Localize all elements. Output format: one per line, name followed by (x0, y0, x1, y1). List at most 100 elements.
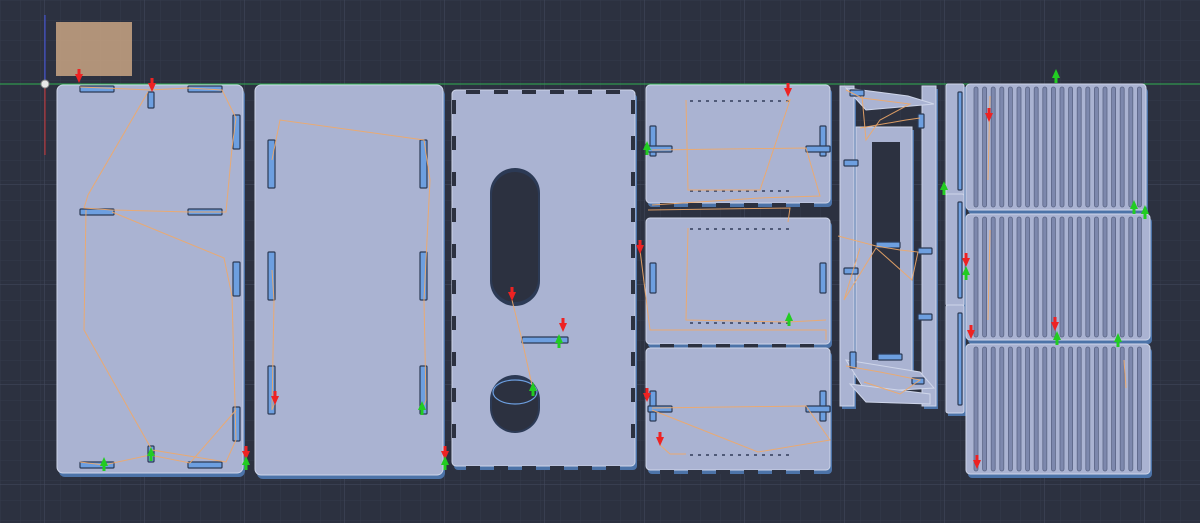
toolpath-end-marker-icon-stem (273, 391, 277, 396)
dotted-pocket (698, 100, 701, 102)
slat-groove (1128, 86, 1134, 208)
toolpath-end-marker-icon-stem (561, 318, 565, 323)
side-panel-middle[interactable] (254, 84, 445, 479)
side-notch (631, 388, 635, 402)
slat-groove (1008, 86, 1013, 208)
origin-stock-box (56, 22, 132, 76)
slat-groove (1085, 216, 1091, 338)
slot (843, 159, 859, 167)
finger-notch (800, 344, 814, 348)
finger-notch (716, 470, 730, 474)
dotted-pocket (754, 228, 757, 230)
dotted-pocket (706, 454, 709, 456)
dotted-pocket (722, 100, 725, 102)
cam-viewport[interactable] (0, 0, 1200, 523)
dotted-pocket (714, 100, 717, 102)
toolpath-end-marker-icon-stem (969, 325, 973, 330)
side-notch (631, 280, 635, 294)
dotted-pocket (746, 100, 749, 102)
slat-groove (1042, 346, 1048, 472)
drawer-fronts-column-panel-2[interactable] (645, 217, 832, 348)
toolpath-end-marker-icon-stem (77, 69, 81, 74)
toolpath-start-marker-icon-stem (420, 410, 424, 415)
slat-groove (1008, 346, 1013, 472)
slat-groove (973, 216, 979, 338)
dotted-pocket (754, 322, 757, 324)
toolpath-end-marker-icon-stem (443, 446, 447, 451)
drawer-fronts-column-panel-1[interactable] (645, 84, 832, 207)
strip-groove (957, 312, 963, 406)
slat-groove (990, 346, 996, 472)
slat-groove (982, 86, 987, 208)
dotted-pocket (770, 454, 773, 456)
strip-groove (957, 201, 963, 299)
slat-groove (1119, 216, 1125, 338)
dotted-pocket (762, 322, 765, 324)
finger-notch (522, 466, 536, 470)
finger-notch (688, 344, 702, 348)
slot (267, 365, 276, 415)
slat-groove (1111, 86, 1116, 208)
dotted-pocket (706, 100, 709, 102)
slat-groove (1119, 346, 1125, 472)
finger-notch (550, 466, 564, 470)
handle-panel[interactable] (451, 89, 637, 470)
dotted-pocket (778, 228, 781, 230)
finger-notch (800, 203, 814, 207)
dotted-pocket (770, 100, 773, 102)
side-notch (631, 208, 635, 222)
toolpath-start-marker-icon-stem (244, 465, 248, 470)
finger-notch (800, 470, 814, 474)
dotted-pocket (762, 100, 765, 102)
dotted-pocket (778, 190, 781, 192)
finger-notch (550, 90, 564, 94)
toolpath-end-marker-icon-stem (987, 108, 991, 113)
finger-notch (466, 466, 480, 470)
dotted-pocket (690, 454, 693, 456)
toolpath-start-marker-icon-stem (1055, 340, 1059, 345)
toolpath-end-marker-icon-stem (645, 388, 649, 393)
slot (647, 405, 673, 413)
slot (917, 113, 925, 129)
origin-icon[interactable] (40, 79, 50, 89)
slat-groove (1059, 86, 1065, 208)
side-notch (452, 208, 456, 222)
slatted-panels-column-panel-1[interactable] (965, 83, 1148, 214)
toolpath-start-marker-icon-stem (149, 456, 153, 461)
toolpath-end-marker-icon-stem (975, 455, 979, 460)
drawer-fronts-column-panel-1-face (645, 84, 831, 204)
finger-notch (744, 470, 758, 474)
narrow-strips-column[interactable] (945, 83, 966, 416)
slat-groove (1076, 216, 1082, 338)
drawer-parts-column[interactable] (839, 85, 938, 409)
slot (805, 145, 831, 153)
side-notch (631, 244, 635, 258)
side-notch (452, 244, 456, 258)
toolpath-start-marker-icon-stem (1054, 78, 1058, 83)
finger-notch (466, 90, 480, 94)
dotted-pocket (698, 322, 701, 324)
dotted-pocket (714, 322, 717, 324)
layout-canvas[interactable] (0, 0, 1200, 523)
handle-cutout-top (492, 172, 538, 302)
finger-notch (716, 344, 730, 348)
dotted-pocket (770, 190, 773, 192)
finger-notch (688, 203, 702, 207)
slat-groove (1137, 86, 1142, 208)
slat-groove (1033, 86, 1039, 208)
finger-notch (716, 203, 730, 207)
slot (819, 262, 827, 294)
dotted-pocket (778, 100, 781, 102)
finger-notch (772, 203, 786, 207)
toolpath-start-marker-icon-stem (1116, 342, 1120, 347)
toolpath-start-marker-icon-stem (964, 275, 968, 280)
slatted-panels-column-panel-2[interactable] (965, 213, 1152, 344)
inner-frame-cutout (872, 142, 900, 360)
dotted-pocket (786, 190, 789, 192)
side-notch (452, 388, 456, 402)
slot (843, 267, 859, 275)
toolpath-start-marker-icon-stem (787, 321, 791, 326)
slat-groove (1102, 216, 1108, 338)
toolpath-end-marker-icon-stem (964, 253, 968, 258)
dotted-pocket (738, 100, 741, 102)
